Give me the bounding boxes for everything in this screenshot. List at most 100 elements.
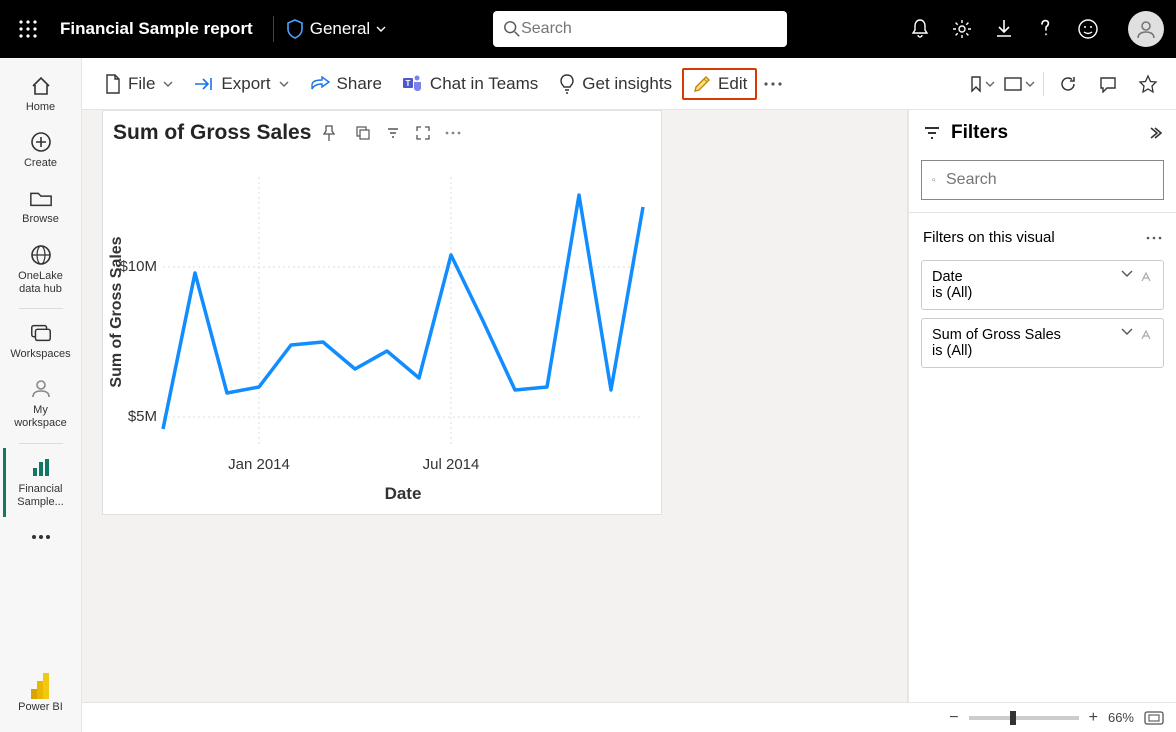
report-canvas[interactable]: Sum of Gross Sales $5M$10MJan 2014Jul 20… bbox=[82, 110, 908, 702]
filters-pane: Filters Filters on this visual Date is (… bbox=[908, 110, 1176, 702]
zoom-level: 66% bbox=[1108, 710, 1134, 725]
filter-icon[interactable] bbox=[383, 123, 403, 143]
shield-icon bbox=[286, 19, 304, 39]
copy-icon[interactable] bbox=[353, 123, 373, 143]
chevron-down-icon[interactable] bbox=[1121, 270, 1133, 278]
nav-create[interactable]: Create bbox=[5, 122, 77, 178]
export-label: Export bbox=[221, 74, 270, 94]
nav-onelake-label: OneLake data hub bbox=[7, 270, 75, 296]
filter-separator bbox=[909, 212, 1176, 213]
filter-card-date[interactable]: Date is (All) bbox=[921, 260, 1164, 310]
favorite-button[interactable] bbox=[1132, 68, 1164, 100]
nav-more[interactable] bbox=[5, 517, 77, 557]
zoom-in-button[interactable]: + bbox=[1089, 709, 1098, 727]
nav-current-report-label: Financial Sample... bbox=[8, 483, 73, 509]
global-search[interactable] bbox=[493, 11, 787, 47]
nav-onelake[interactable]: OneLake data hub bbox=[5, 235, 77, 304]
view-dropdown[interactable] bbox=[1003, 68, 1035, 100]
chevron-down-icon bbox=[163, 81, 173, 87]
bookmark-dropdown[interactable] bbox=[969, 68, 995, 100]
comment-button[interactable] bbox=[1092, 68, 1124, 100]
svg-text:$10M: $10M bbox=[119, 258, 157, 275]
report-icon bbox=[29, 456, 53, 480]
nav-current-report[interactable]: Financial Sample... bbox=[3, 448, 75, 517]
zoom-slider[interactable] bbox=[969, 716, 1079, 720]
powerbi-icon bbox=[29, 674, 53, 698]
export-menu[interactable]: Export bbox=[183, 68, 298, 100]
more-icon[interactable] bbox=[443, 123, 463, 143]
ellipsis-icon bbox=[29, 525, 53, 549]
zoom-out-button[interactable]: − bbox=[949, 709, 958, 727]
nav-browse[interactable]: Browse bbox=[5, 178, 77, 234]
refresh-button[interactable] bbox=[1052, 68, 1084, 100]
browse-icon bbox=[29, 186, 53, 210]
insights-icon bbox=[558, 73, 576, 95]
clear-icon[interactable] bbox=[1139, 270, 1153, 284]
star-icon bbox=[1138, 74, 1158, 94]
nav-workspaces-label: Workspaces bbox=[10, 348, 70, 361]
onelake-icon bbox=[29, 243, 53, 267]
left-nav: Home Create Browse OneLake data hub Work… bbox=[0, 58, 82, 732]
clear-icon[interactable] bbox=[1139, 328, 1153, 342]
chevron-right-icon bbox=[1148, 126, 1162, 140]
more-commands[interactable] bbox=[757, 68, 789, 100]
svg-text:Date: Date bbox=[385, 484, 422, 503]
sensitivity-label-text: General bbox=[310, 19, 370, 39]
chat-teams-label: Chat in Teams bbox=[430, 74, 538, 94]
nav-my-workspace[interactable]: My workspace bbox=[5, 369, 77, 438]
fit-to-page-button[interactable] bbox=[1144, 711, 1164, 725]
settings-icon[interactable] bbox=[950, 17, 974, 41]
filter-search[interactable] bbox=[921, 160, 1164, 200]
nav-home[interactable]: Home bbox=[5, 66, 77, 122]
svg-text:$5M: $5M bbox=[128, 408, 157, 425]
download-icon[interactable] bbox=[992, 17, 1016, 41]
filter-card-gross-sales[interactable]: Sum of Gross Sales is (All) bbox=[921, 318, 1164, 368]
header-separator bbox=[273, 16, 274, 42]
ellipsis-icon[interactable] bbox=[1146, 236, 1162, 240]
nav-create-label: Create bbox=[24, 157, 57, 170]
filter-summary: is (All) bbox=[932, 343, 1153, 359]
focus-icon[interactable] bbox=[413, 123, 433, 143]
collapse-filters-button[interactable] bbox=[1148, 126, 1162, 140]
edit-label: Edit bbox=[718, 74, 747, 94]
share-button[interactable]: Share bbox=[299, 68, 392, 100]
file-label: File bbox=[128, 74, 155, 94]
svg-text:Jul 2014: Jul 2014 bbox=[423, 456, 480, 473]
home-icon bbox=[29, 74, 53, 98]
pencil-icon bbox=[692, 74, 712, 94]
nav-divider bbox=[19, 308, 63, 309]
chevron-down-icon bbox=[1025, 81, 1035, 87]
filter-search-input[interactable] bbox=[946, 171, 1153, 189]
chevron-down-icon[interactable] bbox=[1121, 328, 1133, 336]
svg-text:Sum of Gross Sales: Sum of Gross Sales bbox=[108, 236, 125, 387]
app-launcher-icon[interactable] bbox=[12, 13, 44, 45]
refresh-icon bbox=[1058, 74, 1078, 94]
file-menu[interactable]: File bbox=[94, 67, 183, 101]
nav-home-label: Home bbox=[26, 101, 55, 114]
my-workspace-icon bbox=[29, 377, 53, 401]
sensitivity-label-button[interactable]: General bbox=[280, 15, 392, 43]
zoom-handle[interactable] bbox=[1010, 711, 1016, 725]
feedback-icon[interactable] bbox=[1076, 17, 1100, 41]
chart-body: $5M$10MJan 2014Jul 2014DateSum of Gross … bbox=[103, 157, 661, 514]
global-search-input[interactable] bbox=[521, 20, 777, 38]
chat-teams-button[interactable]: T Chat in Teams bbox=[392, 68, 548, 100]
nav-powerbi[interactable]: Power BI bbox=[5, 666, 77, 722]
chevron-down-icon bbox=[985, 81, 995, 87]
search-icon bbox=[503, 20, 521, 38]
filter-summary: is (All) bbox=[932, 285, 1153, 301]
share-icon bbox=[309, 75, 331, 93]
edit-button[interactable]: Edit bbox=[682, 68, 757, 100]
chart-visual[interactable]: Sum of Gross Sales $5M$10MJan 2014Jul 20… bbox=[102, 110, 662, 515]
command-bar: File Export Share T Chat in Teams Get in… bbox=[82, 58, 1176, 110]
top-header: Financial Sample report General bbox=[0, 0, 1176, 58]
filter-section-title-text: Filters on this visual bbox=[923, 229, 1055, 246]
notifications-icon[interactable] bbox=[908, 17, 932, 41]
help-icon[interactable] bbox=[1034, 17, 1058, 41]
nav-workspaces[interactable]: Workspaces bbox=[5, 313, 77, 369]
pin-icon[interactable] bbox=[319, 123, 339, 143]
share-label: Share bbox=[337, 74, 382, 94]
teams-icon: T bbox=[402, 74, 424, 94]
account-avatar[interactable] bbox=[1128, 11, 1164, 47]
get-insights-button[interactable]: Get insights bbox=[548, 67, 682, 101]
